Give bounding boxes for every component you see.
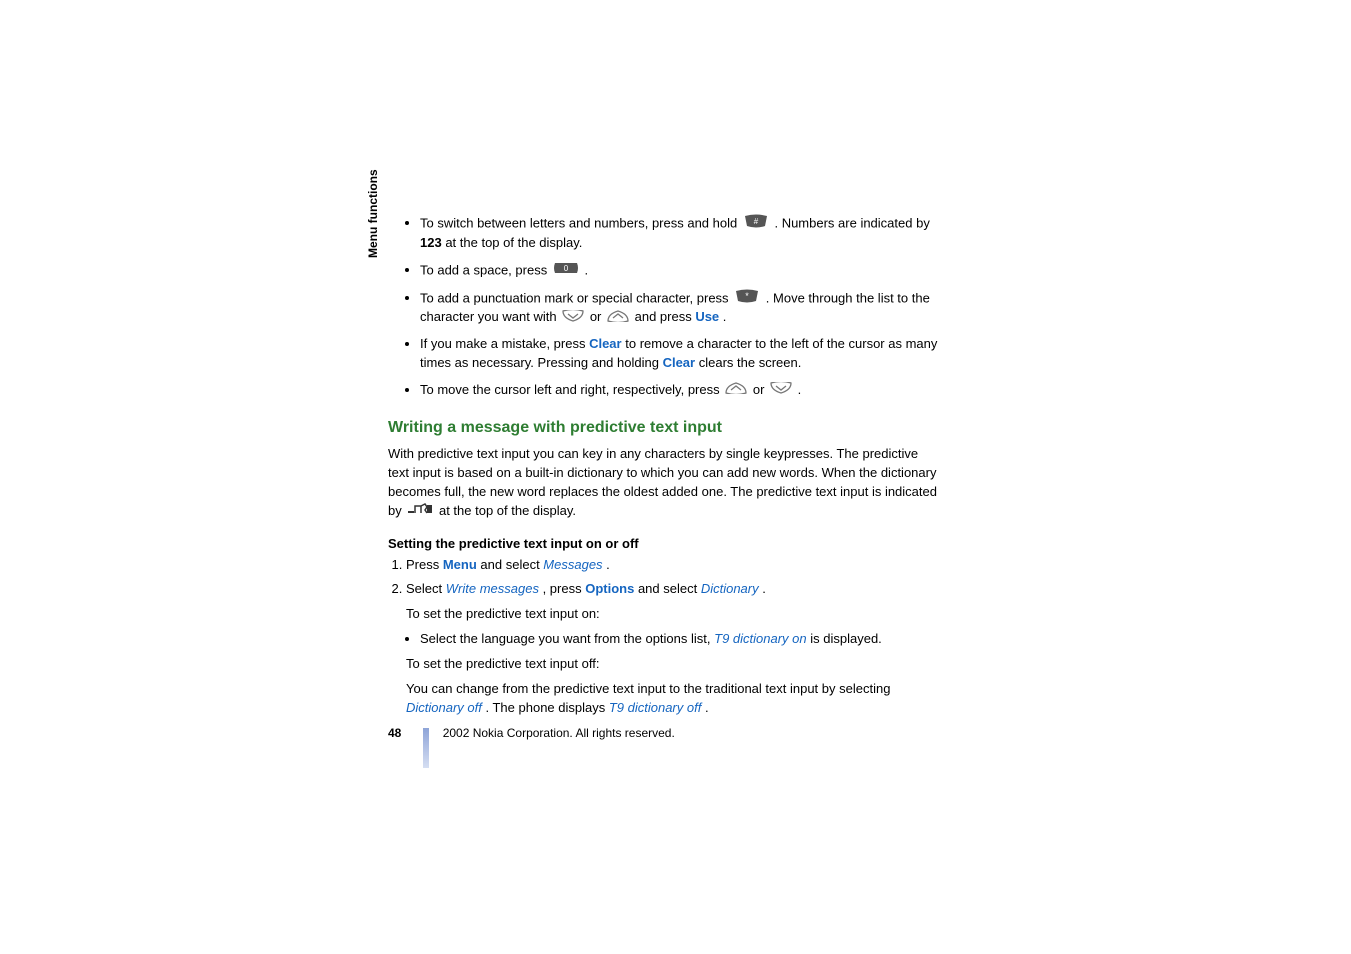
predictive-indicator-icon — [407, 502, 433, 521]
text: at the top of the display. — [445, 235, 582, 250]
scroll-down-icon — [770, 381, 792, 400]
main-content: To switch between letters and numbers, p… — [388, 214, 938, 723]
svg-text:#: # — [754, 217, 759, 226]
t9-on-link: T9 dictionary on — [714, 631, 807, 646]
number-indicator: 123 — [420, 235, 442, 250]
bullet-punctuation: To add a punctuation mark or special cha… — [420, 289, 938, 328]
use-label: Use — [695, 309, 719, 324]
clear-label: Clear — [663, 355, 696, 370]
text: If you make a mistake, press — [420, 336, 589, 351]
text: . — [762, 581, 766, 596]
menu-label: Menu — [443, 557, 477, 572]
text: and select — [638, 581, 701, 596]
messages-link: Messages — [543, 557, 602, 572]
on-bullet: Select the language you want from the op… — [420, 630, 938, 649]
text: . — [584, 262, 588, 277]
dictionary-off-link: Dictionary off — [406, 700, 482, 715]
step-2: Select Write messages , press Options an… — [406, 580, 938, 599]
text: or — [590, 309, 605, 324]
off-intro: To set the predictive text input off: — [406, 655, 938, 674]
side-section-label: Menu functions — [366, 169, 380, 258]
bullet-move-cursor: To move the cursor left and right, respe… — [420, 381, 938, 400]
on-intro: To set the predictive text input on: — [406, 605, 938, 624]
text: To move the cursor left and right, respe… — [420, 382, 723, 397]
text: Press — [406, 557, 443, 572]
t9-off-link: T9 dictionary off — [609, 700, 702, 715]
text: . The phone displays — [486, 700, 609, 715]
dictionary-link: Dictionary — [701, 581, 759, 596]
bullet-add-space: To add a space, press 0 . — [420, 261, 938, 281]
page-footer: 48 2002 Nokia Corporation. All rights re… — [388, 726, 948, 768]
hash-key-icon: # — [743, 214, 769, 234]
instruction-list: To switch between letters and numbers, p… — [388, 214, 938, 400]
text: Select — [406, 581, 446, 596]
scroll-down-icon — [562, 309, 584, 328]
text: and select — [480, 557, 543, 572]
text: To add a space, press — [420, 262, 551, 277]
copyright-text: 2002 Nokia Corporation. All rights reser… — [443, 726, 675, 740]
text: . — [606, 557, 610, 572]
clear-label: Clear — [589, 336, 622, 351]
bullet-clear: If you make a mistake, press Clear to re… — [420, 335, 938, 373]
text: You can change from the predictive text … — [406, 681, 890, 696]
text: . — [798, 382, 802, 397]
text: or — [753, 382, 768, 397]
subsection-heading: Setting the predictive text input on or … — [388, 535, 938, 554]
write-messages-link: Write messages — [446, 581, 539, 596]
text: and press — [635, 309, 696, 324]
page-number: 48 — [388, 726, 414, 740]
off-paragraph: You can change from the predictive text … — [406, 680, 938, 718]
zero-key-icon: 0 — [553, 261, 579, 281]
text: To add a punctuation mark or special cha… — [420, 290, 732, 305]
svg-text:*: * — [745, 291, 749, 301]
section-paragraph: With predictive text input you can key i… — [388, 445, 938, 521]
svg-text:0: 0 — [564, 264, 569, 273]
text: . Numbers are indicated by — [774, 215, 929, 230]
text: . — [723, 309, 727, 324]
steps-list: Press Menu and select Messages . Select … — [388, 556, 938, 600]
text: To switch between letters and numbers, p… — [420, 215, 741, 230]
text: clears the screen. — [699, 355, 802, 370]
options-label: Options — [585, 581, 634, 596]
bullet-switch-letters-numbers: To switch between letters and numbers, p… — [420, 214, 938, 253]
star-key-icon: * — [734, 289, 760, 309]
footer-bar-icon — [423, 728, 429, 768]
text: Select the language you want from the op… — [420, 631, 714, 646]
scroll-up-icon — [607, 309, 629, 328]
text: is displayed. — [810, 631, 882, 646]
text: , press — [543, 581, 586, 596]
step-1: Press Menu and select Messages . — [406, 556, 938, 575]
scroll-up-icon — [725, 381, 747, 400]
text: . — [705, 700, 709, 715]
section-heading: Writing a message with predictive text i… — [388, 416, 938, 439]
on-options: Select the language you want from the op… — [388, 630, 938, 649]
text: at the top of the display. — [439, 503, 576, 518]
